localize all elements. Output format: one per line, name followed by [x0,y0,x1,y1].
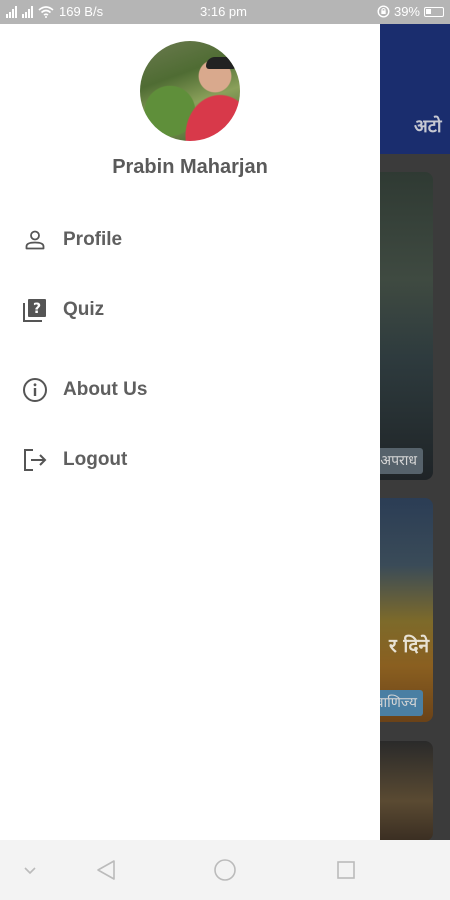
background-app-bar: अटो [380,24,450,154]
signal-icon-2 [22,5,33,18]
battery-icon [424,6,444,17]
background-app-title: अटो [414,116,442,137]
chevron-down-icon[interactable] [18,858,42,882]
status-right: 39% [377,4,444,19]
menu-label: Logout [63,449,128,470]
recents-icon[interactable] [334,858,358,882]
menu-label: About Us [63,379,148,400]
menu-label: Profile [63,229,123,250]
back-icon[interactable] [94,858,118,882]
system-nav-bar [0,840,450,900]
quiz-icon: ? [22,297,48,323]
menu-item-profile[interactable]: Profile [0,215,380,265]
background-news-card [380,741,433,841]
navigation-drawer: Prabin Maharjan Profile ? Quiz About Us … [0,24,380,840]
avatar[interactable] [140,41,240,141]
battery-percent: 39% [393,4,420,19]
person-icon [22,227,48,253]
svg-text:?: ? [33,301,41,317]
info-icon [22,377,48,403]
card-headline: र दिने [389,635,429,657]
background-news-card: र दिने वाणिज्य [380,498,433,722]
network-speed: 169 B/s [59,4,104,19]
logout-icon [22,447,48,473]
status-left: 169 B/s [6,4,103,19]
signal-icon [6,5,17,18]
menu-label: Quiz [63,299,105,320]
menu-item-quiz[interactable]: ? Quiz [0,285,380,335]
phone-screen: 169 B/s 3:16 pm 39% अटो अपराध र दिने वाण… [0,0,450,900]
avatar-photo [206,57,236,69]
lock-rotation-icon [377,5,390,18]
menu-item-about-us[interactable]: About Us [0,365,380,415]
background-news-card: अपराध [380,172,433,480]
category-tag: वाणिज्य [380,690,423,716]
home-icon[interactable] [213,858,237,882]
wifi-icon [38,5,54,18]
category-tag: अपराध [380,448,423,474]
user-name: Prabin Maharjan [112,156,268,178]
background-app[interactable]: अटो अपराध र दिने वाणिज्य [380,24,450,841]
status-bar: 169 B/s 3:16 pm 39% [0,0,450,24]
menu-item-logout[interactable]: Logout [0,435,380,485]
status-time: 3:16 pm [200,4,247,19]
